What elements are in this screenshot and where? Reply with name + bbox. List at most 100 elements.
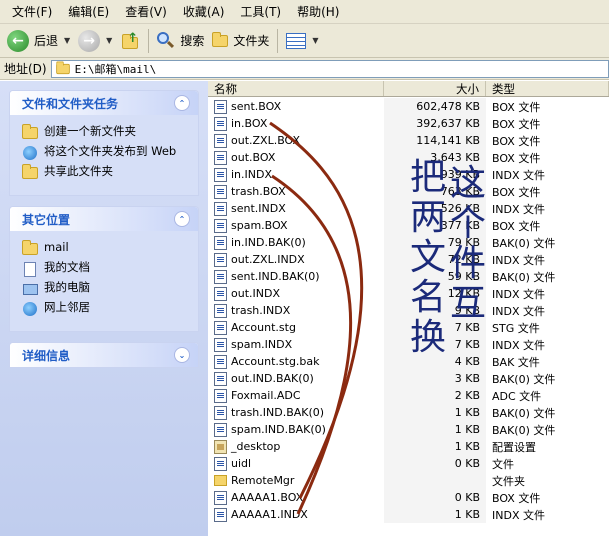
file-name: out.INDX: [231, 287, 280, 300]
file-row[interactable]: out.ZXL.BOX 114,141 KB BOX 文件: [208, 132, 609, 149]
file-name-cell: in.IND.BAK(0): [208, 235, 384, 250]
folders-button[interactable]: 文件夹: [208, 27, 273, 55]
file-row[interactable]: trash.BOX 763 KB BOX 文件: [208, 183, 609, 200]
panel-title: 其它位置: [22, 212, 71, 227]
file-row[interactable]: in.BOX 392,637 KB BOX 文件: [208, 115, 609, 132]
menu-favorites[interactable]: 收藏(A): [175, 3, 233, 20]
file-type: BAK(0) 文件: [492, 270, 556, 284]
file-row[interactable]: out.BOX 3,643 KB BOX 文件: [208, 149, 609, 166]
file-list: 名称 大小 类型 sent.BOX 602,478 KB BOX 文件 in.BOX 3…: [208, 81, 609, 536]
file-row[interactable]: AAAAA1.BOX 0 KB BOX 文件: [208, 489, 609, 506]
file-row[interactable]: sent.INDX 526 KB INDX 文件: [208, 200, 609, 217]
chevron-down-icon[interactable]: ▼: [312, 36, 318, 45]
search-button[interactable]: 搜索: [153, 27, 208, 55]
file-name-cell: trash.INDX: [208, 303, 384, 318]
search-label: 搜索: [180, 34, 205, 48]
details-header[interactable]: 详细信息 ⌄: [10, 343, 198, 367]
file-size: 3 KB: [384, 370, 486, 387]
column-size[interactable]: 大小: [384, 81, 486, 96]
file-icon: [214, 116, 227, 131]
file-name: trash.INDX: [231, 304, 291, 317]
address-input[interactable]: E:\邮箱\mail\: [50, 59, 609, 78]
file-name: Foxmail.ADC: [231, 389, 301, 402]
file-row[interactable]: trash.INDX 9 KB INDX 文件: [208, 302, 609, 319]
menu-view[interactable]: 查看(V): [117, 3, 175, 20]
annotation-char: 换: [410, 317, 447, 358]
file-type: BOX 文件: [492, 185, 541, 199]
expand-icon[interactable]: ⌄: [174, 347, 190, 363]
file-type: INDX 文件: [492, 202, 545, 216]
file-type: INDX 文件: [492, 168, 545, 182]
column-type[interactable]: 类型: [486, 81, 609, 96]
file-row[interactable]: Account.stg 7 KB STG 文件: [208, 319, 609, 336]
file-name-cell: out.INDX: [208, 286, 384, 301]
file-row[interactable]: sent.IND.BAK(0) 59 KB BAK(0) 文件: [208, 268, 609, 285]
file-size: 1 KB: [384, 506, 486, 523]
file-name-cell: in.BOX: [208, 116, 384, 131]
my-computer-icon: [22, 281, 38, 297]
annotation-col-1: 把 两 文 名 换: [410, 158, 446, 358]
file-icon: [214, 388, 227, 403]
file-type: 文件: [492, 457, 514, 471]
file-row[interactable]: spam.INDX 7 KB INDX 文件: [208, 336, 609, 353]
file-row[interactable]: AAAAA1.INDX 1 KB INDX 文件: [208, 506, 609, 523]
file-type: BOX 文件: [492, 151, 541, 165]
file-row[interactable]: in.INDX 939 KB INDX 文件: [208, 166, 609, 183]
file-name-cell: out.ZXL.INDX: [208, 252, 384, 267]
panel-body: 创建一个新文件夹 将这个文件夹发布到 Web 共享此文件夹: [10, 115, 198, 195]
chevron-down-icon[interactable]: ▼: [64, 36, 70, 45]
task-publish-web[interactable]: 将这个文件夹发布到 Web: [22, 145, 188, 161]
column-name[interactable]: 名称: [208, 81, 384, 96]
chevron-down-icon[interactable]: ▼: [106, 36, 112, 45]
file-row[interactable]: uidl 0 KB 文件: [208, 455, 609, 472]
views-button[interactable]: ▼: [282, 27, 322, 55]
forward-button[interactable]: → ▼: [74, 27, 116, 55]
file-row[interactable]: sent.BOX 602,478 KB BOX 文件: [208, 98, 609, 115]
file-name: in.BOX: [231, 117, 268, 130]
folder-icon: [212, 31, 229, 47]
file-icon: [214, 235, 227, 250]
menu-help[interactable]: 帮助(H): [289, 3, 347, 20]
other-places-header[interactable]: 其它位置 ⌃: [10, 207, 198, 231]
back-button[interactable]: ← 后退 ▼: [3, 27, 74, 55]
annotation-char: 文: [410, 237, 447, 278]
file-row[interactable]: trash.IND.BAK(0) 1 KB BAK(0) 文件: [208, 404, 609, 421]
file-row[interactable]: Account.stg.bak 4 KB BAK 文件: [208, 353, 609, 370]
annotation-char: 互: [450, 283, 487, 324]
task-new-folder[interactable]: 创建一个新文件夹: [22, 124, 188, 141]
file-row[interactable]: out.ZXL.INDX 72 KB INDX 文件: [208, 251, 609, 268]
menu-tools[interactable]: 工具(T): [232, 3, 289, 20]
file-row[interactable]: out.INDX 12 KB INDX 文件: [208, 285, 609, 302]
file-row[interactable]: spam.BOX 377 KB BOX 文件: [208, 217, 609, 234]
collapse-icon[interactable]: ⌃: [174, 95, 190, 111]
menu-bar: 文件(F) 编辑(E) 查看(V) 收藏(A) 工具(T) 帮助(H): [0, 0, 609, 24]
file-folder-tasks-header[interactable]: 文件和文件夹任务 ⌃: [10, 91, 198, 115]
place-mail[interactable]: mail: [22, 240, 188, 257]
place-label: 我的电脑: [44, 280, 90, 294]
place-label: 我的文档: [44, 260, 90, 274]
file-icon: [214, 252, 227, 267]
file-icon: [214, 286, 227, 301]
column-header: 名称 大小 类型: [208, 81, 609, 97]
file-type: ADC 文件: [492, 389, 542, 403]
file-row[interactable]: in.IND.BAK(0) 79 KB BAK(0) 文件: [208, 234, 609, 251]
folders-label: 文件夹: [233, 34, 270, 48]
file-row[interactable]: spam.IND.BAK(0) 1 KB BAK(0) 文件: [208, 421, 609, 438]
up-folder-button[interactable]: ↑: [116, 27, 144, 55]
place-my-documents[interactable]: 我的文档: [22, 261, 188, 277]
folder-icon: [55, 60, 70, 74]
task-share-folder[interactable]: 共享此文件夹: [22, 164, 188, 181]
file-type: BOX 文件: [492, 134, 541, 148]
collapse-icon[interactable]: ⌃: [174, 211, 190, 227]
file-name-cell: spam.INDX: [208, 337, 384, 352]
file-row[interactable]: out.IND.BAK(0) 3 KB BAK(0) 文件: [208, 370, 609, 387]
place-my-computer[interactable]: 我的电脑: [22, 281, 188, 297]
menu-file[interactable]: 文件(F): [4, 3, 60, 20]
file-name: sent.INDX: [231, 202, 286, 215]
file-name: AAAAA1.BOX: [231, 491, 304, 504]
file-row[interactable]: _desktop 1 KB 配置设置: [208, 438, 609, 455]
file-row[interactable]: RemoteMgr 文件夹: [208, 472, 609, 489]
place-network[interactable]: 网上邻居: [22, 301, 188, 317]
file-row[interactable]: Foxmail.ADC 2 KB ADC 文件: [208, 387, 609, 404]
menu-edit[interactable]: 编辑(E): [60, 3, 117, 20]
